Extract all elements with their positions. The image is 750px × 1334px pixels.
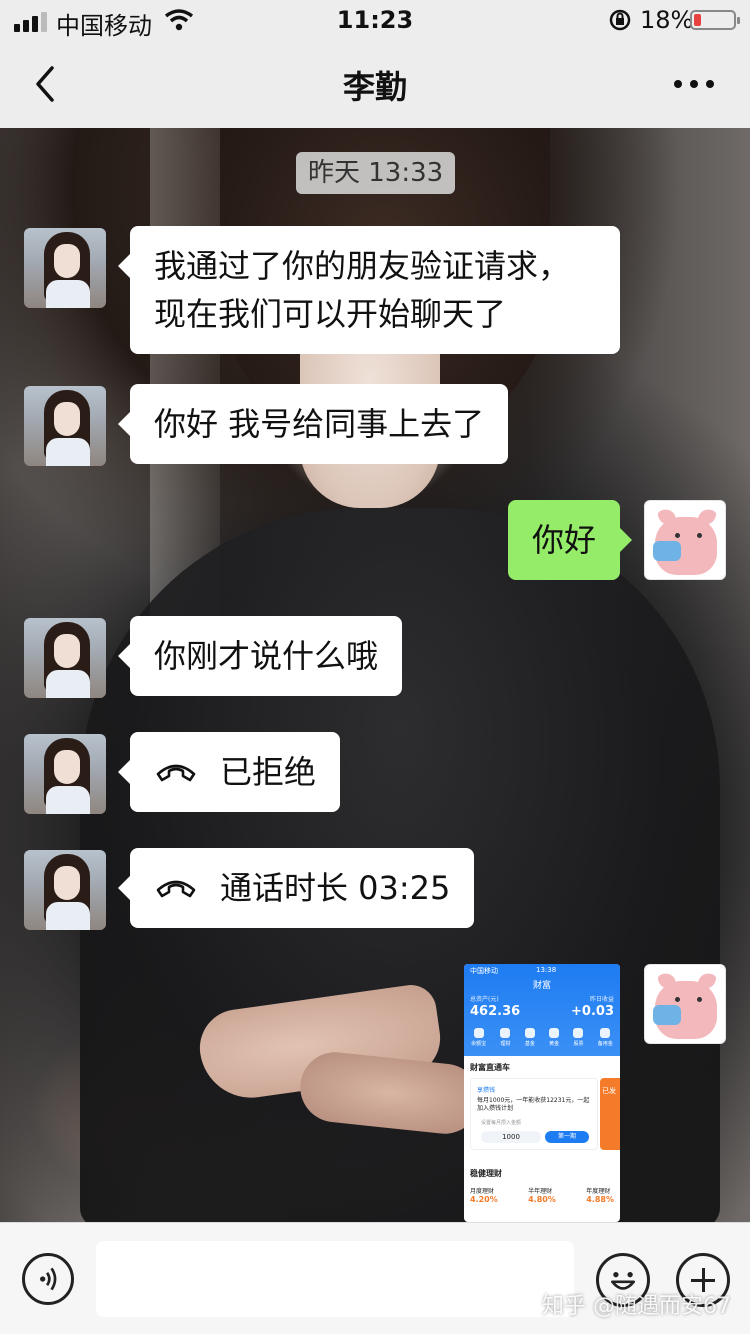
- message-bubble[interactable]: 你好 我号给同事上去了: [117, 384, 509, 464]
- image-message[interactable]: 中国移动 13:38 财富 总资产(元) 462.36 昨日收益 +0.03 余…: [464, 964, 620, 1222]
- watermark: 知乎 @随遇而安67: [542, 1294, 731, 1319]
- message-bubble[interactable]: 我通过了你的朋友验证请求， 现在我们可以开始聊天了: [118, 226, 620, 354]
- contact-avatar[interactable]: [24, 228, 106, 308]
- message-text: 你刚才说什么哦: [154, 637, 379, 675]
- my-avatar[interactable]: [644, 964, 726, 1044]
- message-text: 你好: [531, 521, 596, 559]
- call-record-bubble[interactable]: 通话时长 03:25: [117, 848, 475, 928]
- status-bar: 中国移动 11:23 18%: [0, 0, 750, 40]
- rotation-lock-icon: [609, 9, 631, 31]
- call-record-bubble[interactable]: 已拒绝: [117, 732, 341, 812]
- message-timestamp: 昨天 13:33: [296, 152, 456, 194]
- call-status-text: 已拒绝: [220, 753, 317, 791]
- message-input[interactable]: [96, 1241, 574, 1317]
- voice-input-icon[interactable]: [22, 1253, 74, 1305]
- my-avatar[interactable]: [644, 500, 726, 580]
- message-text: 现在我们可以开始聊天了: [154, 295, 507, 333]
- contact-avatar[interactable]: [24, 386, 106, 466]
- message-text: 你好 我号给同事上去了: [154, 405, 485, 443]
- message-text: 我通过了你的朋友验证请求，: [154, 247, 571, 285]
- more-options-icon[interactable]: [672, 66, 716, 102]
- contact-avatar[interactable]: [24, 850, 106, 930]
- message-bubble[interactable]: 你好: [507, 500, 633, 580]
- mask-icon: [653, 1005, 681, 1025]
- call-duration-text: 通话时长 03:25: [220, 869, 451, 907]
- phone-hangup-icon: [156, 880, 196, 898]
- battery-icon: [690, 10, 740, 30]
- contact-avatar[interactable]: [24, 618, 106, 698]
- message-bubble[interactable]: 你刚才说什么哦: [117, 616, 403, 696]
- battery-percent: 18%: [640, 6, 694, 34]
- mask-icon: [653, 541, 681, 561]
- chat-area[interactable]: 昨天 13:33 我通过了你的朋友验证请求， 现在我们可以开始聊天了 你好 我号…: [0, 128, 750, 1222]
- status-time: 11:23: [336, 6, 414, 34]
- nav-bar: 李勤: [0, 40, 750, 128]
- chat-title: 李勤: [342, 68, 407, 106]
- contact-avatar[interactable]: [24, 734, 106, 814]
- phone-hangup-icon: [156, 764, 196, 782]
